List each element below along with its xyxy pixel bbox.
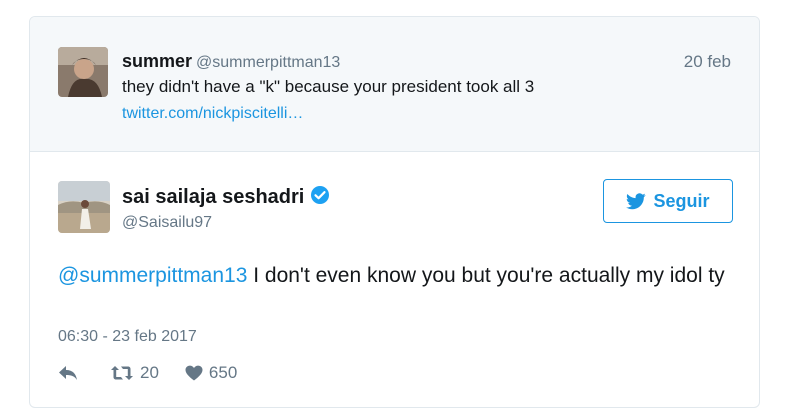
like-count: 650	[208, 363, 238, 382]
tweet-actions: 20 650	[58, 363, 263, 383]
retweet-count: 20	[140, 363, 159, 382]
quoted-tweet-date[interactable]: 20 feb	[684, 52, 731, 72]
heart-icon	[185, 365, 209, 381]
retweet-button[interactable]: 20	[110, 363, 159, 383]
tweet-body: I don't even know you but you're actuall…	[247, 264, 725, 287]
quoted-tweet-text: they didn't have a "k" because your pres…	[122, 77, 535, 96]
quoted-author-handle[interactable]: @summerpittman13	[196, 54, 340, 71]
quoted-tweet-link[interactable]: twitter.com/nickpiscitelli…	[122, 105, 303, 123]
quoted-author-name[interactable]: summer	[122, 51, 192, 71]
tweet-text: @summerpittman13 I don't even know you b…	[58, 261, 738, 291]
quoted-author[interactable]: summer @summerpittman13	[122, 51, 340, 72]
tweet-card: summer @summerpittman13 20 feb they didn'…	[29, 16, 760, 408]
tweet-timestamp[interactable]: 06:30 - 23 feb 2017	[58, 328, 197, 346]
like-button[interactable]: 650	[185, 363, 237, 383]
author-avatar[interactable]	[58, 181, 110, 233]
follow-button-label: Seguir	[653, 190, 710, 211]
mention-link[interactable]: @summerpittman13	[58, 264, 247, 287]
author-name[interactable]: sai sailaja seshadri	[122, 186, 304, 208]
reply-button[interactable]	[58, 365, 84, 381]
twitter-bird-icon	[626, 192, 653, 210]
author-name-row: sai sailaja seshadri	[122, 185, 330, 211]
reply-icon	[58, 365, 84, 381]
quoted-tweet[interactable]: summer @summerpittman13 20 feb they didn'…	[30, 17, 759, 152]
verified-badge-icon	[310, 185, 330, 211]
follow-button[interactable]: Seguir	[603, 179, 733, 223]
author-handle[interactable]: @Saisailu97	[122, 214, 212, 232]
quoted-author-avatar[interactable]	[58, 47, 108, 97]
retweet-icon	[110, 364, 140, 382]
